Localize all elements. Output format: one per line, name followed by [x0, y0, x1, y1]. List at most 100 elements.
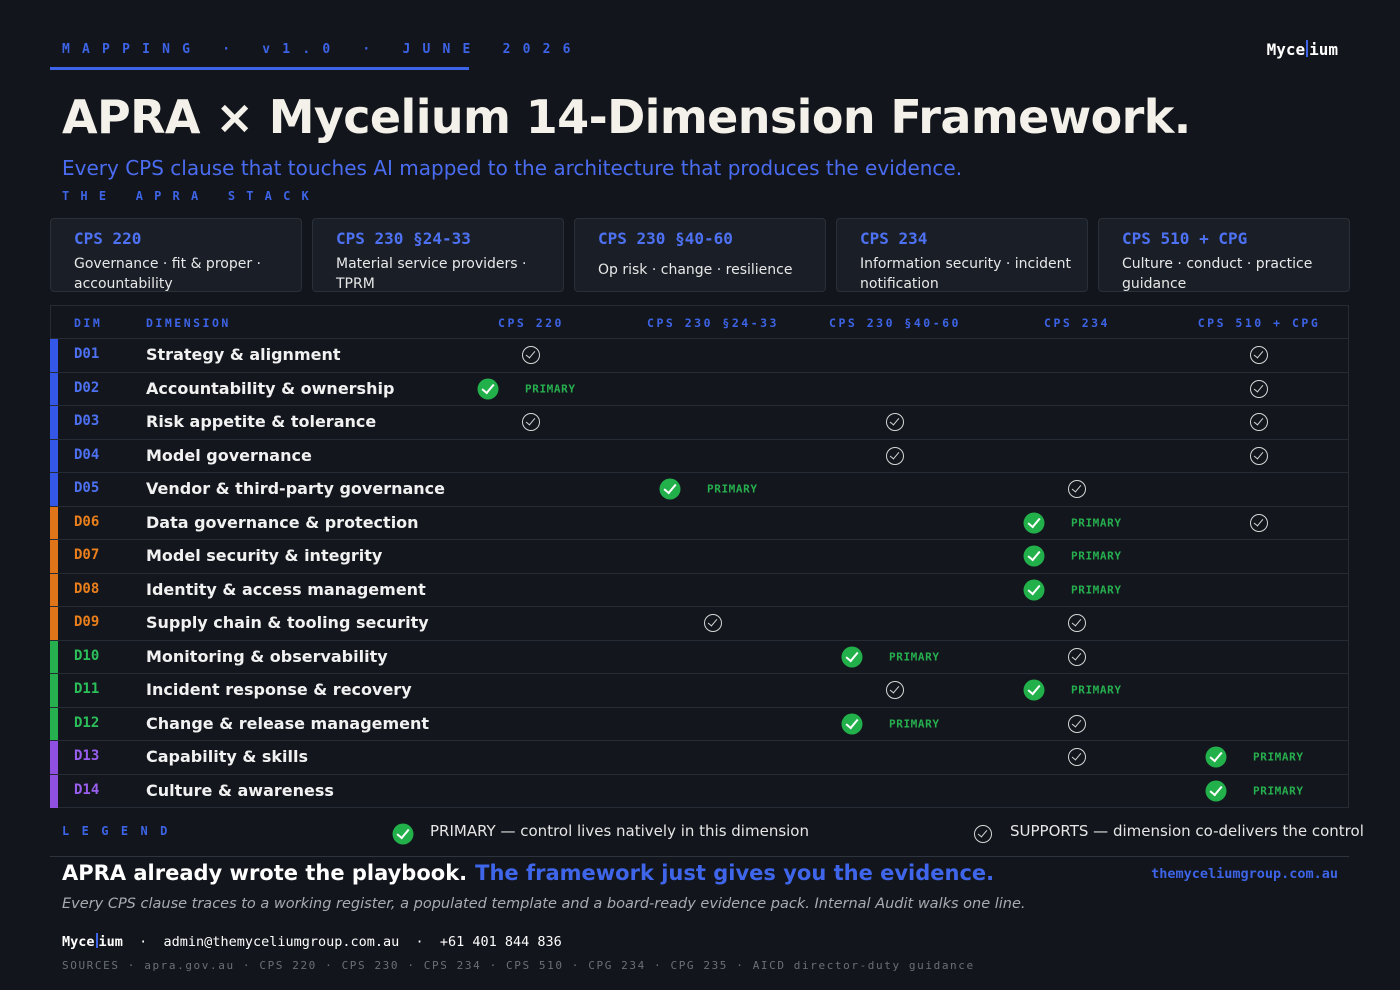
dimension-id: D02	[74, 379, 100, 396]
dimension-name: Incident response & recovery	[146, 680, 412, 699]
table-row: D12 Change & release management PRIMARY	[50, 707, 1348, 741]
primary-check-icon	[841, 646, 863, 668]
tagline-part-b: The framework just gives you the evidenc…	[475, 861, 995, 885]
group-accent-bar	[50, 339, 58, 372]
document-kicker: MAPPING · v1.0 · JUNE 2026	[62, 42, 583, 57]
supports-check-icon	[704, 614, 722, 633]
dimension-name: Model security & integrity	[146, 546, 383, 565]
stack-card: CPS 220 Governance · fit & proper · acco…	[50, 218, 302, 292]
group-accent-bar	[50, 406, 58, 439]
header-dim: DIM	[74, 316, 103, 330]
phone-number[interactable]: +61 401 844 836	[440, 934, 562, 950]
supports-check-icon	[522, 346, 540, 365]
stack-card-title: CPS 510 + CPG	[1122, 229, 1248, 248]
dimension-id: D07	[74, 547, 100, 563]
table-row: D06 Data governance & protection PRIMARY	[50, 506, 1348, 540]
email-link[interactable]: admin@themyceliumgroup.com.au	[164, 934, 400, 950]
primary-tag: PRIMARY	[1071, 583, 1122, 597]
stack-card-desc: Material service providers · TPRM	[336, 256, 527, 292]
table-row: D04 Model governance	[50, 439, 1348, 473]
brand-logo: Myce ium	[1267, 40, 1338, 59]
table-row: D10 Monitoring & observability PRIMARY	[50, 640, 1348, 674]
supports-check-icon	[1250, 379, 1268, 398]
stack-card-desc: Information security · incident notifica…	[860, 256, 1071, 292]
supports-check-icon	[974, 825, 992, 843]
footer-note: Every CPS clause traces to a working reg…	[62, 896, 1026, 912]
table-body: D01 Strategy & alignment D02 Accountability…	[50, 339, 1348, 808]
dimension-id: D06	[74, 513, 100, 530]
page-subtitle: Every CPS clause that touches AI mapped …	[62, 156, 963, 180]
footer-brand-bar	[95, 933, 98, 948]
dimension-id: D10	[74, 647, 100, 664]
dimension-id: D14	[74, 781, 100, 798]
supports-check-icon	[1068, 480, 1086, 499]
supports-check-icon	[1068, 647, 1086, 666]
dimension-name: Strategy & alignment	[146, 345, 341, 364]
header-col-cps220: CPS 220	[498, 316, 564, 330]
table-row: D05 Vendor & third-party governance PRIMAR…	[50, 473, 1348, 507]
sources-line: SOURCES · apra.gov.au · CPS 220 · CPS 23…	[62, 959, 975, 972]
primary-tag: PRIMARY	[1071, 683, 1122, 697]
primary-tag: PRIMARY	[1253, 750, 1304, 764]
group-accent-bar	[50, 540, 58, 573]
stack-card-title: CPS 220	[74, 229, 142, 248]
group-accent-bar	[50, 506, 58, 539]
group-accent-bar	[50, 640, 58, 673]
group-accent-bar	[50, 473, 58, 506]
group-accent-bar	[50, 707, 58, 740]
primary-tag: PRIMARY	[889, 650, 940, 664]
header-col-cps510: CPS 510 + CPG	[1197, 316, 1321, 330]
primary-tag: PRIMARY	[889, 717, 940, 731]
page-title: APRA × Mycelium 14-Dimension Framework.	[62, 90, 1191, 144]
website-link[interactable]: themyceliumgroup.com.au	[1151, 866, 1338, 882]
dimension-name: Accountability & ownership	[146, 378, 395, 398]
dimension-id: D09	[74, 614, 100, 630]
brand-logo-right: ium	[1309, 40, 1338, 59]
header-col-cps234: CPS 234	[1044, 316, 1110, 330]
dimension-id: D03	[74, 413, 100, 429]
supports-check-icon	[1068, 748, 1086, 767]
stack-card: CPS 510 + CPG Culture · conduct · practi…	[1098, 218, 1350, 292]
legend-primary-text: PRIMARY — control lives natively in this…	[430, 822, 809, 840]
primary-tag: PRIMARY	[525, 382, 576, 396]
stack-card-title: CPS 230 §40-60	[598, 229, 733, 248]
dimension-id: D01	[74, 346, 100, 362]
tagline-part-a: APRA already wrote the playbook.	[62, 861, 468, 885]
dimension-name: Monitoring & observability	[146, 646, 388, 666]
primary-check-icon	[1023, 579, 1045, 601]
stack-card-title: CPS 230 §24-33	[336, 229, 471, 248]
apra-stack-cards: CPS 220 Governance · fit & proper · acco…	[50, 218, 1350, 292]
primary-check-icon	[1023, 545, 1045, 567]
dimension-name: Risk appetite & tolerance	[146, 412, 377, 431]
table-row: D02 Accountability & ownership PRIMARY	[50, 372, 1348, 406]
footer-divider	[50, 856, 1349, 857]
primary-check-icon	[659, 478, 681, 500]
primary-tag: PRIMARY	[1071, 549, 1122, 563]
dimension-name: Data governance & protection	[146, 512, 419, 532]
table-row: D11 Incident response & recovery PRIMARY	[50, 674, 1348, 708]
table-row: D08 Identity & access management PRIMARY	[50, 573, 1348, 607]
dimension-name: Identity & access management	[146, 579, 426, 599]
table-row: D13 Capability & skills PRIMARY	[50, 741, 1348, 775]
supports-check-icon	[1068, 614, 1086, 633]
stack-card: CPS 234 Information security · incident …	[836, 218, 1088, 292]
primary-check-icon	[1205, 746, 1227, 768]
brand-logo-left: Myce	[1266, 40, 1306, 59]
legend-label: LEGEND	[62, 824, 180, 838]
primary-check-icon	[1023, 512, 1045, 534]
table-row: D01 Strategy & alignment	[50, 339, 1348, 373]
primary-tag: PRIMARY	[1253, 784, 1304, 798]
dimension-id: D13	[74, 748, 100, 764]
primary-check-icon	[477, 378, 499, 400]
brand-logo-bar	[1306, 40, 1309, 57]
table-row: D07 Model security & integrity PRIMARY	[50, 540, 1348, 574]
footer-brand-right: ium	[98, 934, 123, 950]
primary-check-icon	[1205, 780, 1227, 802]
dimension-id: D12	[74, 714, 100, 731]
dimension-name: Capability & skills	[146, 747, 309, 766]
footer-tagline: APRA already wrote the playbook. The fram…	[62, 861, 994, 885]
group-accent-bar	[50, 607, 58, 640]
primary-tag: PRIMARY	[707, 482, 758, 496]
group-accent-bar	[50, 774, 58, 808]
stack-card-desc: Culture · conduct · practice guidance	[1122, 256, 1313, 292]
